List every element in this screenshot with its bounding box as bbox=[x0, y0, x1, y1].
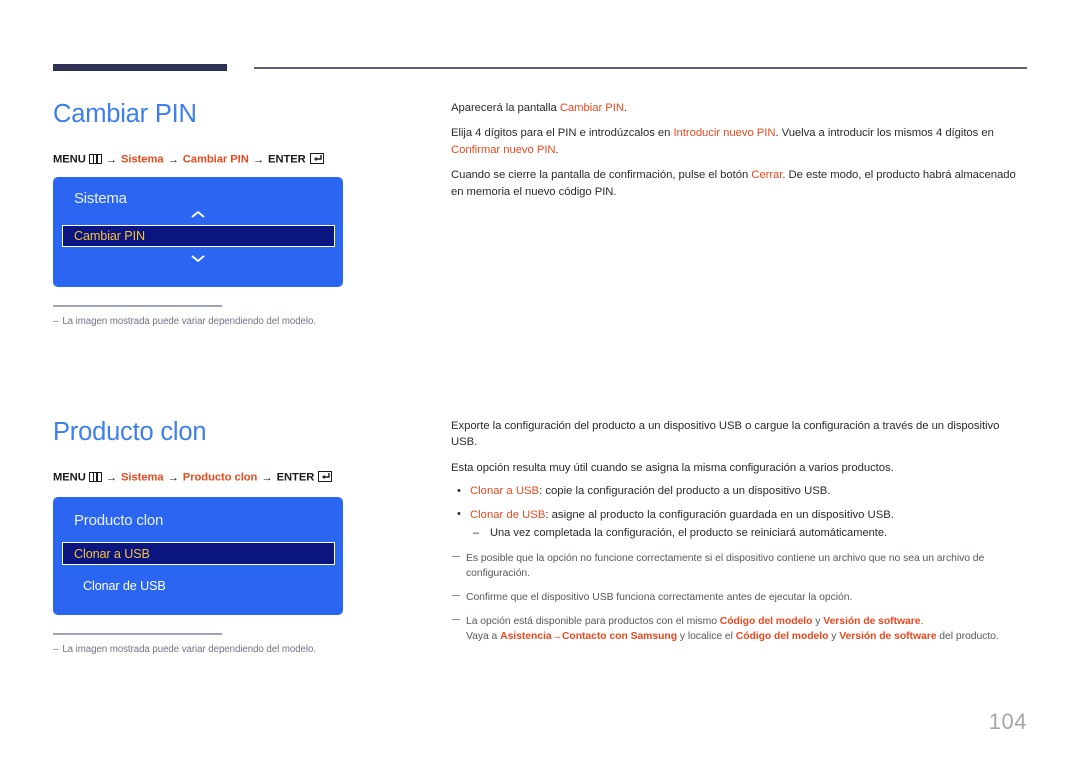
breadcrumb: MENU → Sistema → Producto clon → ENTER bbox=[53, 471, 413, 484]
breadcrumb-step-sistema: Sistema bbox=[120, 471, 164, 484]
menu-path-producto-clon: MENU → Sistema → Producto clon → ENTER bbox=[53, 471, 413, 484]
note-3-part-c: . bbox=[920, 615, 924, 627]
chevron-up-icon[interactable] bbox=[53, 207, 343, 223]
enter-arrow-glyph bbox=[313, 155, 322, 162]
bullet-2-accent: Clonar de USB bbox=[470, 508, 546, 521]
breadcrumb-step-cambiar-pin: Cambiar PIN bbox=[182, 153, 249, 166]
footnote-2: – La imagen mostrada puede variar dependi… bbox=[53, 644, 316, 655]
osd-preview-producto-clon: Producto clon Clonar a USB Clonar de USB bbox=[53, 497, 413, 615]
bullet-2-text: : asigne al producto la configuración gu… bbox=[545, 508, 894, 521]
paragraph-1: Aparecerá la pantalla Cambiar PIN. bbox=[451, 100, 1027, 116]
note-3: La opción está disponible para productos… bbox=[451, 614, 1011, 644]
p2-accent-2: Confirmar nuevo PIN bbox=[451, 143, 556, 156]
note-3-part-e: y localice el bbox=[677, 630, 736, 642]
note-3-part-g: del producto. bbox=[936, 630, 999, 642]
footnote-rule-2 bbox=[53, 633, 222, 635]
breadcrumb-arrow-2: → bbox=[167, 471, 179, 484]
chevron-down-glyph bbox=[191, 255, 205, 263]
note-3-part-d: Vaya a bbox=[466, 630, 501, 642]
osd-item-clonar-a-usb[interactable]: Clonar a USB bbox=[62, 542, 335, 565]
breadcrumb: MENU → Sistema → Cambiar PIN → ENTER bbox=[53, 153, 413, 166]
page-number: 104 bbox=[988, 709, 1027, 734]
note-3-accent-version-1: Versión de software bbox=[823, 615, 921, 627]
paragraph-2: Esta opción resulta muy útil cuando se a… bbox=[451, 461, 894, 474]
osd-item-label: Cambiar PIN bbox=[74, 229, 145, 243]
breadcrumb-arrow-3: → bbox=[252, 153, 264, 166]
osd-preview-sistema: Sistema Cambiar PIN bbox=[53, 177, 413, 287]
note-3-part-b: y bbox=[812, 615, 824, 627]
footnote-dash: – bbox=[53, 644, 59, 655]
enter-return-icon bbox=[309, 153, 324, 164]
enter-key-label: ENTER bbox=[276, 471, 315, 484]
osd-item-clonar-de-usb[interactable]: Clonar de USB bbox=[62, 576, 335, 596]
note-3-accent-codigo-1: Código del modelo bbox=[719, 615, 813, 627]
osd-title-producto-clon: Producto clon bbox=[74, 512, 164, 529]
osd-panel: Sistema Cambiar PIN bbox=[53, 177, 343, 287]
menu-key-label: MENU bbox=[53, 471, 86, 484]
page-title-cambiar-pin: Cambiar PIN bbox=[53, 100, 197, 128]
breadcrumb-step-producto-clon: Producto clon bbox=[182, 471, 258, 484]
options-list: Clonar a USB: copie la configuración del… bbox=[451, 483, 1027, 542]
note-3-accent-version-2: Versión de software bbox=[839, 630, 937, 642]
list-item: Clonar de USB: asigne al producto la con… bbox=[451, 506, 1027, 541]
breadcrumb-arrow-2: → bbox=[167, 153, 179, 166]
p1-accent: Cambiar PIN bbox=[559, 102, 624, 114]
p3-part-a: Cuando se cierre la pantalla de confirma… bbox=[451, 169, 752, 182]
footnote-dash: – bbox=[53, 316, 59, 327]
p2-accent-1: Introducir nuevo PIN bbox=[673, 127, 776, 140]
p1-part-b: . bbox=[623, 102, 628, 114]
footnote-rule-1 bbox=[53, 305, 222, 307]
section-producto-clon-right: Exporte la configuración del producto a … bbox=[451, 418, 1027, 644]
note-3-accent-contacto: Contacto con Samsung bbox=[561, 630, 677, 642]
p2-part-a: Elija 4 dígitos para el PIN e introdúzca… bbox=[451, 127, 674, 140]
osd-panel: Producto clon Clonar a USB Clonar de USB bbox=[53, 497, 343, 615]
osd-item-cambiar-pin[interactable]: Cambiar PIN bbox=[62, 225, 335, 247]
enter-return-icon bbox=[318, 471, 333, 482]
note-3-part-f: y bbox=[828, 630, 840, 642]
chevron-up-glyph bbox=[191, 210, 205, 218]
paragraph-1: Exporte la configuración del producto a … bbox=[451, 420, 1000, 449]
list-item: Clonar a USB: copie la configuración del… bbox=[451, 483, 1027, 500]
header-rule-thin bbox=[254, 67, 1027, 69]
section-cambiar-pin-right: Aparecerá la pantalla Cambiar PIN. Elija… bbox=[451, 100, 1027, 200]
breadcrumb-step-sistema: Sistema bbox=[120, 153, 164, 166]
breadcrumb-arrow-1: → bbox=[105, 153, 117, 166]
menu-key-label: MENU bbox=[53, 153, 86, 166]
menu-grid-icon bbox=[88, 471, 102, 482]
section-cambiar-pin-left: Cambiar PIN bbox=[53, 100, 413, 128]
bullet-2-subnote: Una vez completada la configuración, el … bbox=[470, 525, 1027, 541]
enter-arrow-glyph bbox=[322, 473, 330, 480]
breadcrumb-arrow-3: → bbox=[261, 471, 273, 484]
p3-accent: Cerrar bbox=[751, 169, 783, 182]
p2-part-b: . Vuelva a introducir los mismos 4 dígit… bbox=[775, 127, 994, 140]
osd-item-label: Clonar de USB bbox=[83, 579, 166, 593]
enter-key-label: ENTER bbox=[268, 153, 306, 166]
paragraph-2: Elija 4 dígitos para el PIN e introdúzca… bbox=[451, 125, 1027, 158]
p2-part-c: . bbox=[555, 143, 559, 156]
header-rule-thick bbox=[53, 64, 227, 71]
footnote-1: – La imagen mostrada puede variar dependi… bbox=[53, 316, 316, 327]
bullet-1-accent: Clonar a USB bbox=[470, 485, 540, 498]
document-page: Cambiar PIN MENU → Sistema → Cambiar PIN … bbox=[0, 0, 1080, 763]
paragraph-3: Cuando se cierre la pantalla de confirma… bbox=[451, 167, 1027, 200]
note-3-arrow: → bbox=[551, 630, 562, 642]
breadcrumb-arrow-1: → bbox=[105, 471, 117, 484]
bullet-1-text: : copie la configuración del producto a … bbox=[539, 485, 831, 498]
footnote-text: La imagen mostrada puede variar dependie… bbox=[62, 316, 316, 327]
note-2: Confirme que el dispositivo USB funciona… bbox=[451, 590, 1027, 605]
menu-grid-icon bbox=[88, 153, 102, 164]
page-title-producto-clon: Producto clon bbox=[53, 418, 207, 446]
note-3-accent-codigo-2: Código del modelo bbox=[735, 630, 829, 642]
chevron-down-icon[interactable] bbox=[53, 251, 343, 267]
osd-title-sistema: Sistema bbox=[74, 190, 127, 207]
section-producto-clon-left: Producto clon bbox=[53, 418, 413, 446]
menu-path-cambiar-pin: MENU → Sistema → Cambiar PIN → ENTER bbox=[53, 153, 413, 166]
footnote-text: La imagen mostrada puede variar dependie… bbox=[62, 644, 316, 655]
p1-part-a: Aparecerá la pantalla bbox=[451, 102, 560, 114]
osd-item-label: Clonar a USB bbox=[74, 546, 150, 561]
note-3-part-a: La opción está disponible para productos… bbox=[466, 615, 720, 627]
note-1: Es posible que la opción no funcione cor… bbox=[451, 551, 1011, 581]
note-3-accent-asistencia: Asistencia bbox=[500, 630, 552, 642]
